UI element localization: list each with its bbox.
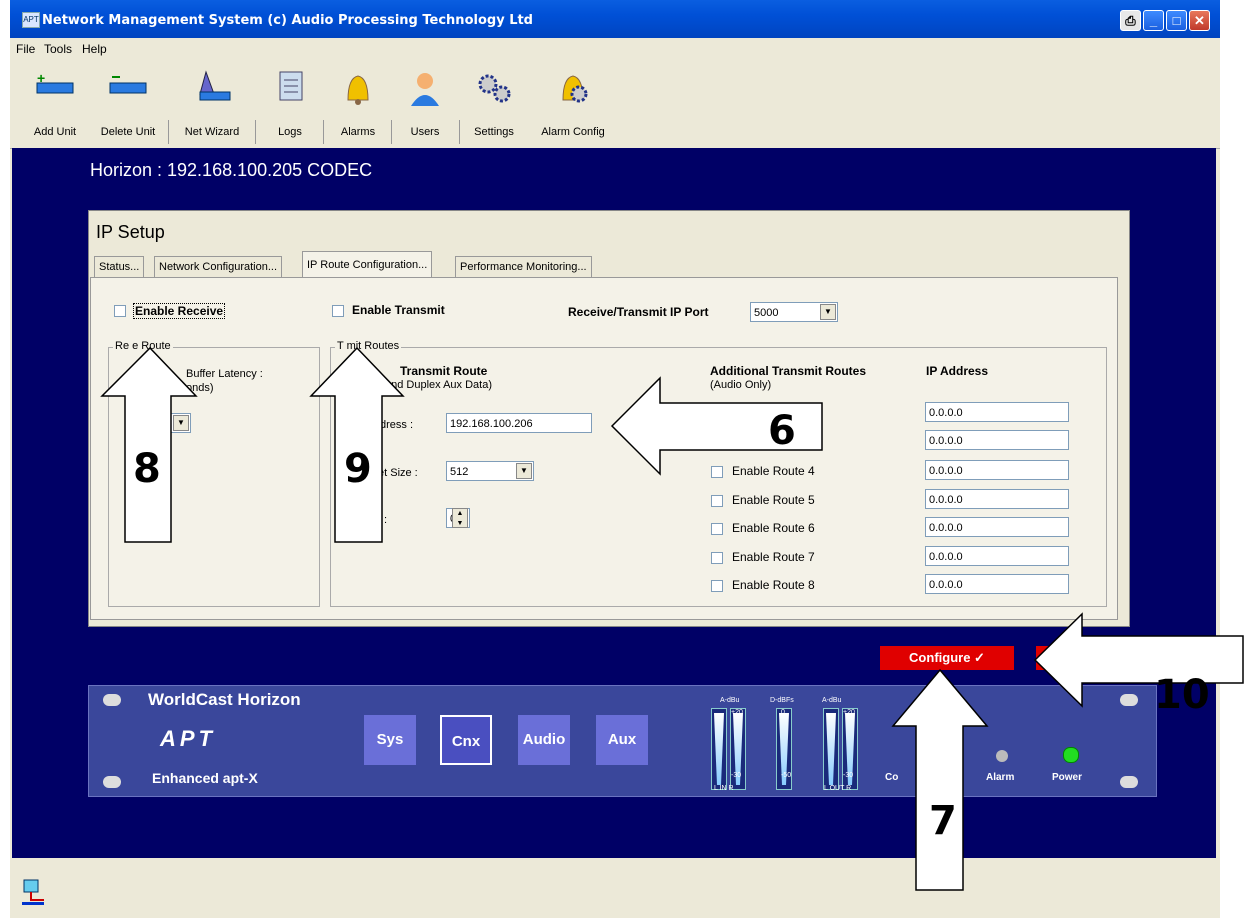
callout-7: 7 — [929, 798, 957, 844]
callout-6: 6 — [768, 408, 796, 454]
callout-9: 9 — [344, 446, 372, 492]
callout-arrow-10 — [1033, 612, 1244, 708]
callout-10: 10 — [1154, 672, 1210, 718]
callout-arrow-8 — [100, 346, 198, 543]
callout-arrows — [100, 346, 1244, 891]
callout-arrow-7 — [891, 668, 989, 891]
callout-8: 8 — [133, 446, 161, 492]
callout-arrow-9 — [309, 346, 405, 543]
